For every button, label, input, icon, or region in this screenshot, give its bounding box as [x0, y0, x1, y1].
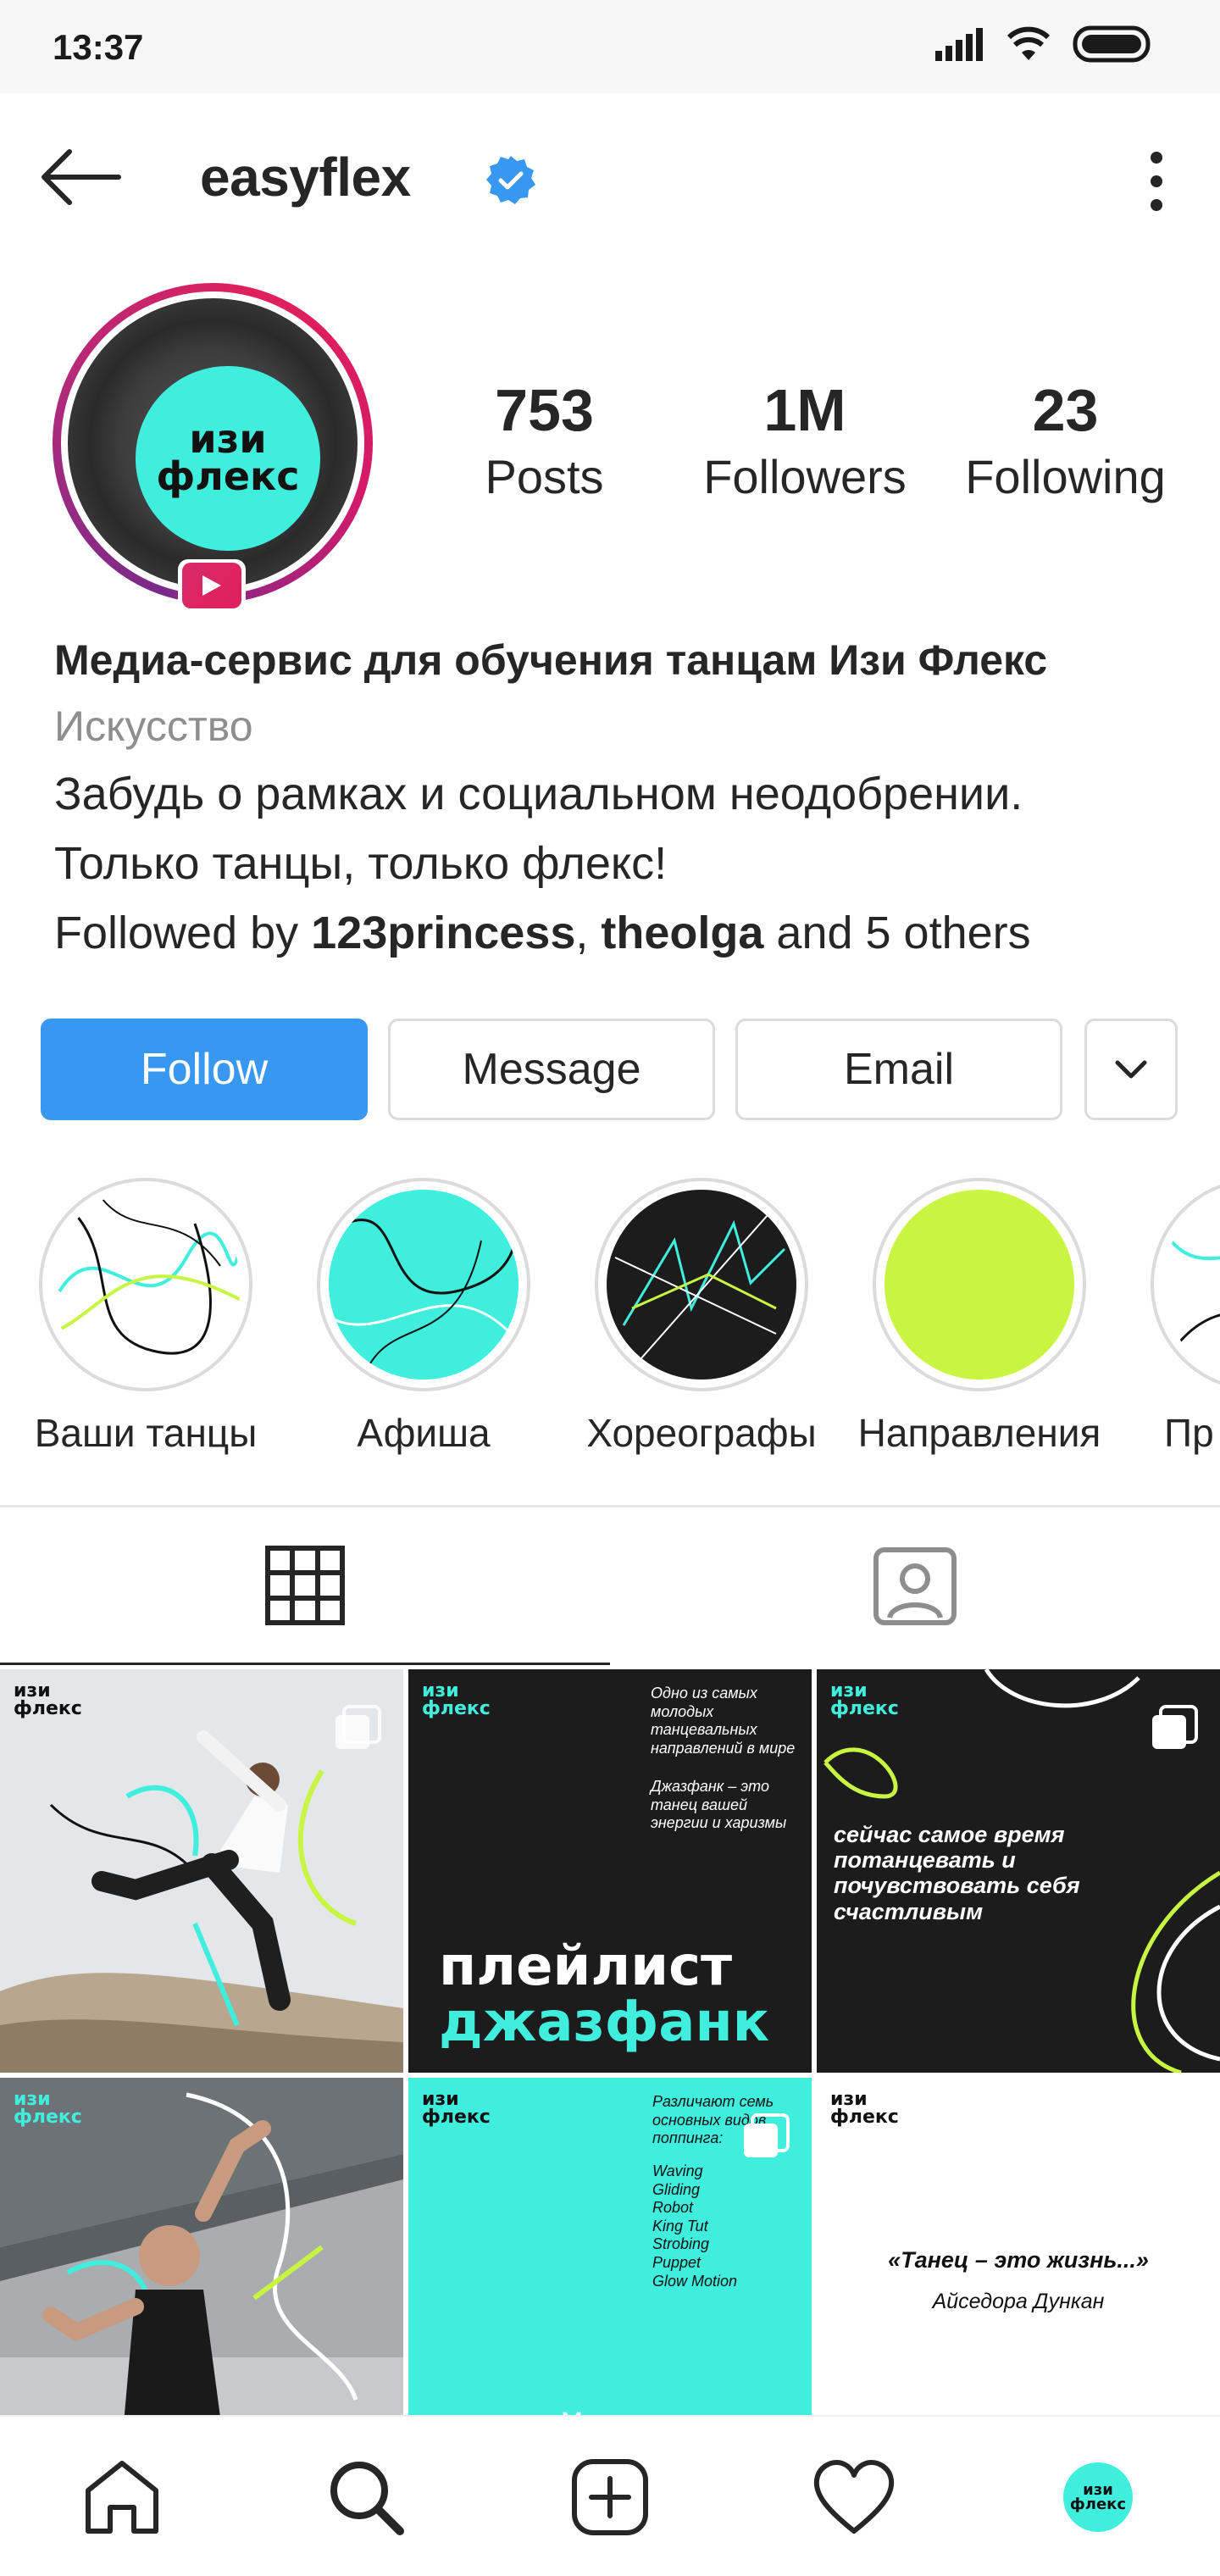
story-highlights: Ваши танцы Афиша Хореографы Направления	[0, 1178, 1220, 1483]
status-time: 13:37	[53, 27, 144, 67]
avatar-logo: изи флекс	[136, 366, 320, 551]
highlight-cover	[884, 1190, 1074, 1380]
nav-home[interactable]	[0, 2417, 244, 2576]
tagged-icon	[873, 1547, 957, 1625]
follow-button[interactable]: Follow	[41, 1019, 368, 1120]
stat-followers[interactable]: 1M Followers	[682, 378, 928, 505]
highlight-cover	[329, 1190, 518, 1380]
nav-activity[interactable]	[732, 2417, 976, 2576]
multiple-photos-icon	[1152, 1705, 1198, 1749]
bottom-navigation: изи флекс	[0, 2415, 1220, 2576]
more-vertical-icon	[1151, 152, 1162, 164]
status-icons	[934, 25, 1154, 63]
chevron-down-icon	[1115, 1060, 1147, 1079]
followed-user-2[interactable]: theolga	[601, 908, 763, 958]
nav-profile-avatar: изи флекс	[1063, 2462, 1133, 2532]
email-button[interactable]: Email	[735, 1019, 1062, 1120]
highlight-item[interactable]: Афиша	[297, 1178, 551, 1456]
highlight-cover	[1162, 1190, 1220, 1380]
search-icon	[330, 2462, 404, 2535]
nav-search[interactable]	[244, 2417, 488, 2576]
bio-display-name: Медиа-сервис для обучения танцам Изи Фле…	[54, 636, 1048, 684]
verified-icon	[486, 156, 535, 204]
app-header: easyflex	[0, 93, 1220, 254]
more-options-button[interactable]	[1135, 139, 1178, 224]
bio-category: Искусство	[54, 702, 253, 750]
highlight-item[interactable]: Хореографы	[574, 1178, 829, 1456]
status-bar: 13:37	[0, 0, 1220, 93]
post-thumbnail[interactable]: изи флекс сейчас самое время потанцевать …	[817, 1669, 1220, 2073]
post-thumbnail[interactable]: изи флекс	[0, 2078, 403, 2415]
highlight-cover	[51, 1190, 241, 1380]
post-thumbnail[interactable]: изи флекс	[0, 1669, 403, 2073]
nav-add-post[interactable]	[488, 2417, 732, 2576]
post-thumbnail[interactable]: изи флекс Одно из самых молодых танцеваль…	[408, 1669, 812, 2073]
nav-profile[interactable]: изи флекс	[976, 2417, 1220, 2576]
bio-text-line-2: Только танцы, только флекс!	[54, 838, 668, 889]
profile-username: easyflex	[200, 147, 411, 208]
battery-icon	[1073, 25, 1151, 63]
home-icon	[86, 2461, 158, 2534]
followed-user-1[interactable]: 123princess	[311, 908, 575, 958]
highlight-item[interactable]: Направления	[852, 1178, 1106, 1456]
play-icon	[202, 575, 221, 596]
wifi-icon	[1006, 26, 1051, 60]
back-button[interactable]	[37, 139, 122, 215]
profile-avatar[interactable]: изи флекс	[53, 283, 373, 603]
tab-posts-grid[interactable]	[0, 1507, 610, 1665]
stat-following[interactable]: 23 Following	[945, 378, 1186, 505]
profile-stats: 753 Posts 1M Followers 23 Following	[458, 378, 1186, 522]
grid-icon	[265, 1545, 345, 1625]
bio-text-line-1: Забудь о рамках и социальном неодобрении…	[54, 769, 1023, 819]
post-thumbnail[interactable]: изи флекс «Танец – это жизнь...» Айседора…	[817, 2078, 1220, 2415]
stat-posts[interactable]: 753 Posts	[458, 378, 631, 505]
suggested-dropdown-button[interactable]	[1084, 1019, 1178, 1120]
highlight-item[interactable]: Ваши танцы	[19, 1178, 273, 1456]
post-thumbnail[interactable]: изи флекс Различают семь основных видов п…	[408, 2078, 812, 2415]
multiple-photos-icon	[336, 1705, 381, 1749]
back-arrow-icon	[42, 149, 121, 205]
highlight-cover	[607, 1190, 796, 1380]
posts-grid: изи флекс изи флекс Одно из самых молодых …	[0, 1669, 1220, 2415]
tab-tagged[interactable]	[610, 1507, 1220, 1665]
followed-by[interactable]: Followed by 123princess, theolga and 5 o…	[54, 898, 1190, 968]
signal-icon	[935, 28, 983, 61]
highlight-item[interactable]: Пр	[1130, 1178, 1220, 1456]
heart-icon	[813, 2460, 895, 2534]
multiple-photos-icon	[744, 2113, 790, 2157]
add-post-icon	[572, 2459, 648, 2535]
message-button[interactable]: Message	[388, 1019, 715, 1120]
profile-bio: Медиа-сервис для обучения танцам Изи Фле…	[54, 627, 1190, 968]
igtv-badge[interactable]	[178, 559, 246, 612]
